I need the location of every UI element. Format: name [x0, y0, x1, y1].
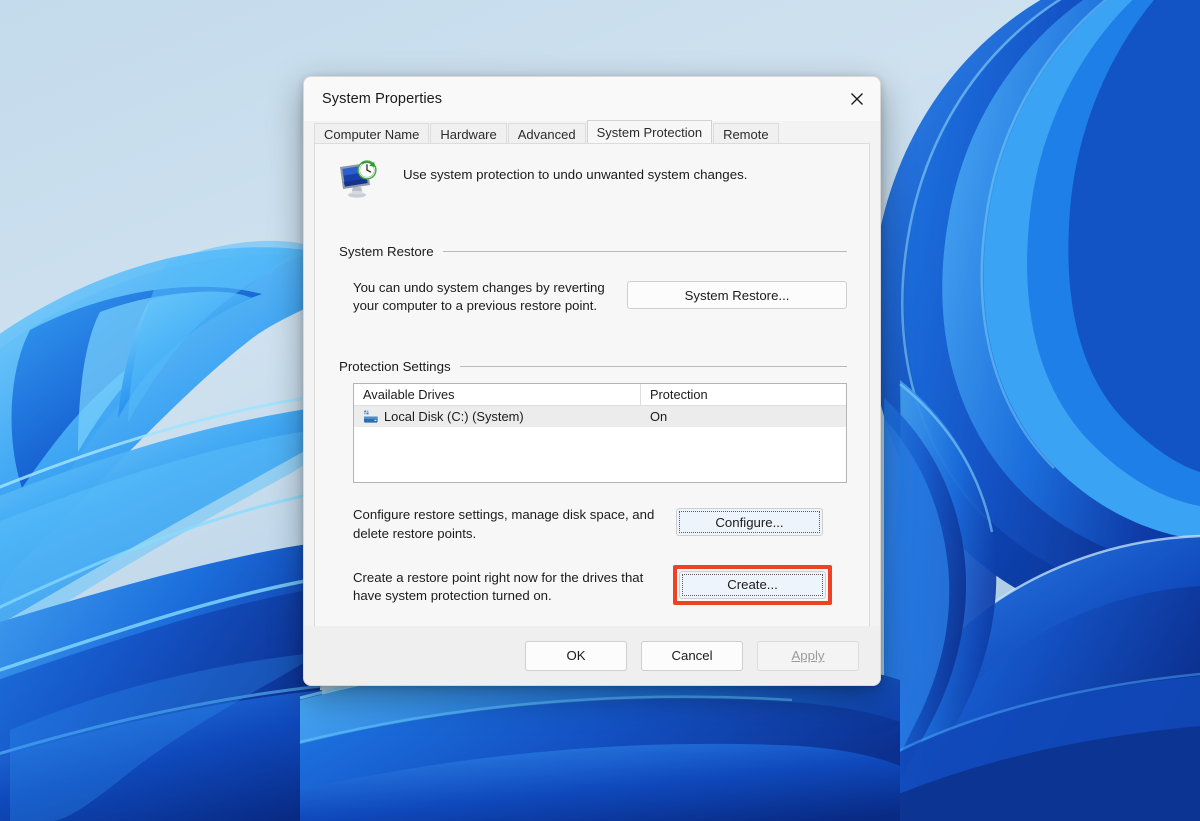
group-divider-line	[459, 366, 847, 368]
dialog-button-bar: OK Cancel Apply	[304, 626, 880, 685]
ok-button[interactable]: OK	[525, 640, 627, 671]
configure-row: Configure restore settings, manage disk …	[353, 506, 847, 542]
available-drives-list[interactable]: Available Drives Protection Local Disk (…	[353, 383, 847, 484]
tab-hardware[interactable]: Hardware	[430, 123, 507, 144]
list-header-row: Available Drives Protection	[354, 384, 846, 407]
system-protection-panel: Use system protection to undo unwanted s…	[314, 143, 870, 632]
create-description: Create a restore point right now for the…	[353, 569, 644, 604]
configure-button[interactable]: Configure...	[676, 508, 823, 537]
cell-protection-status: On	[650, 409, 668, 425]
create-row: Create a restore point right now for the…	[353, 564, 847, 605]
column-header-protection[interactable]: Protection	[641, 384, 846, 405]
system-properties-dialog: System Properties Computer Name Hardware…	[303, 76, 881, 686]
create-button[interactable]: Create...	[679, 570, 826, 599]
hard-drive-icon	[364, 410, 378, 423]
drive-name-text: Local Disk (C:) (System)	[384, 409, 524, 425]
cancel-button[interactable]: Cancel	[641, 640, 743, 671]
system-protection-icon	[340, 160, 377, 198]
system-restore-button[interactable]: System Restore...	[627, 281, 847, 309]
cell-drive-name: Local Disk (C:) (System)	[354, 406, 641, 427]
tab-remote[interactable]: Remote	[713, 123, 779, 144]
protection-settings-group-header: Protection Settings	[339, 359, 847, 374]
tab-computer-name[interactable]: Computer Name	[314, 123, 430, 144]
panel-header: Use system protection to undo unwanted s…	[315, 144, 869, 200]
protection-settings-group-title: Protection Settings	[339, 359, 451, 375]
column-header-available-drives[interactable]: Available Drives	[354, 384, 641, 406]
tab-advanced[interactable]: Advanced	[507, 123, 586, 144]
system-restore-group-title: System Restore	[339, 244, 434, 259]
system-restore-row: You can undo system changes by reverting…	[353, 279, 847, 315]
dialog-titlebar: System Properties	[304, 77, 880, 121]
panel-header-text: Use system protection to undo unwanted s…	[403, 167, 748, 182]
configure-description: Configure restore settings, manage disk …	[353, 507, 655, 541]
apply-button-label: Apply	[791, 648, 825, 663]
dialog-title: System Properties	[322, 91, 443, 107]
tab-strip: Computer Name Hardware Advanced System P…	[314, 120, 880, 144]
close-icon[interactable]	[834, 77, 880, 121]
create-button-highlight: Create...	[673, 564, 832, 605]
group-divider-line	[442, 251, 847, 252]
system-restore-group-header: System Restore	[339, 244, 847, 259]
tab-system-protection[interactable]: System Protection	[586, 120, 713, 143]
apply-button[interactable]: Apply	[757, 640, 859, 671]
desktop: System Properties Computer Name Hardware…	[0, 0, 1200, 821]
table-row[interactable]: Local Disk (C:) (System) On	[354, 406, 846, 428]
system-restore-description: You can undo system changes by reverting…	[353, 280, 605, 314]
